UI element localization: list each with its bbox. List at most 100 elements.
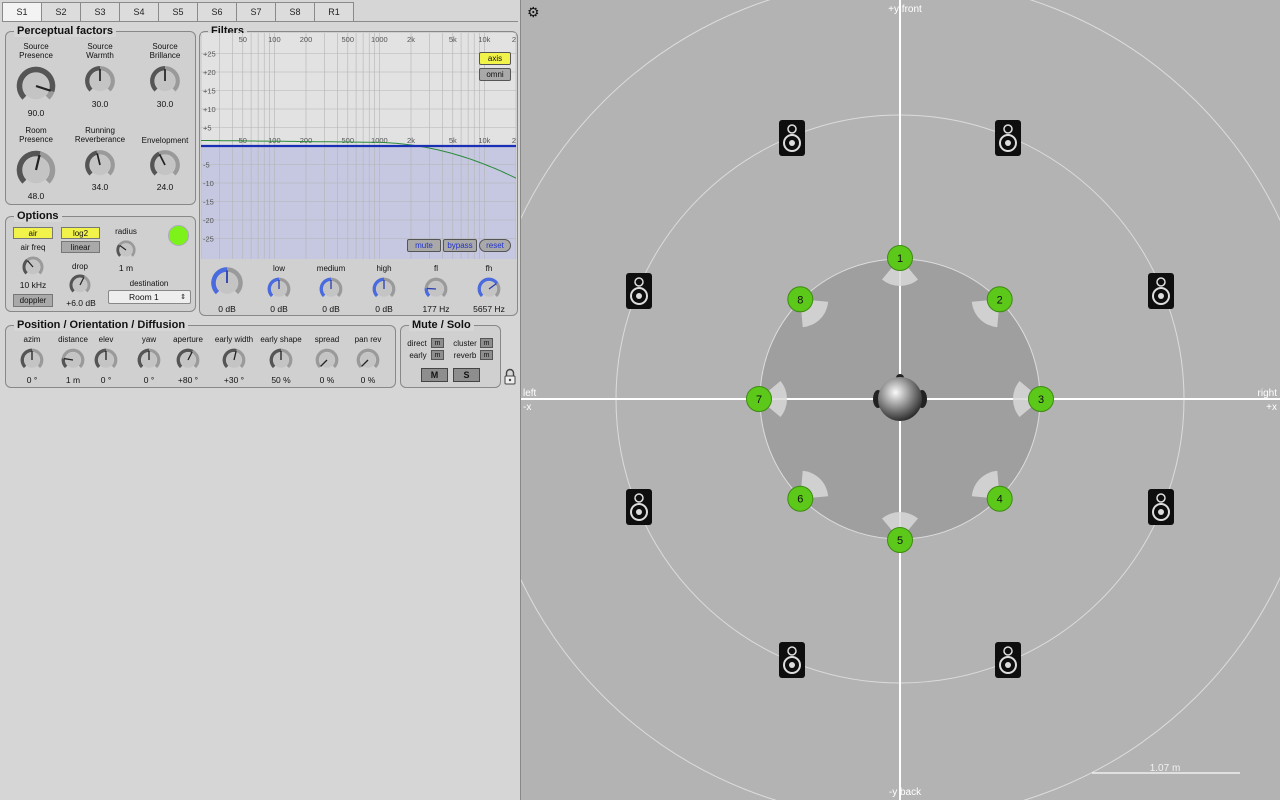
db-tick: +20 bbox=[203, 68, 216, 77]
envelopment-knob[interactable] bbox=[148, 148, 182, 182]
cluster-mute-button[interactable]: m bbox=[480, 338, 493, 348]
yaw-knob[interactable] bbox=[136, 347, 162, 373]
position-title: Position / Orientation / Diffusion bbox=[14, 319, 189, 331]
db-tick: -15 bbox=[203, 198, 214, 207]
early-width-knob[interactable] bbox=[221, 347, 247, 373]
high-value: 0 dB bbox=[375, 304, 393, 314]
medium-knob[interactable] bbox=[318, 276, 344, 302]
source-tabs: S1 S2 S3 S4 S5 S6 S7 S8 R1 bbox=[2, 2, 354, 22]
source-warmth-knob[interactable] bbox=[83, 64, 117, 98]
db-tick: +15 bbox=[203, 87, 216, 96]
radius-knob[interactable] bbox=[115, 239, 137, 261]
reset-button[interactable]: reset bbox=[479, 239, 511, 252]
fh-knob[interactable] bbox=[476, 276, 502, 302]
radius-value: 1 m bbox=[118, 263, 134, 273]
freq-tick-mid: 10k bbox=[478, 136, 490, 145]
back-label: -y back bbox=[889, 787, 922, 798]
linear-toggle[interactable]: linear bbox=[61, 241, 100, 253]
speaker-4-icon[interactable] bbox=[1148, 273, 1174, 309]
gain-knob[interactable] bbox=[209, 265, 245, 301]
omni-button[interactable]: omni bbox=[479, 68, 511, 81]
axis-button[interactable]: axis bbox=[479, 52, 511, 65]
tab-s7[interactable]: S7 bbox=[236, 2, 276, 22]
bypass-button[interactable]: bypass bbox=[443, 239, 477, 252]
direct-mute-button[interactable]: m bbox=[431, 338, 444, 348]
early-mute-button[interactable]: m bbox=[431, 350, 444, 360]
solo-button[interactable]: S bbox=[453, 368, 480, 382]
filter-response-graph[interactable]: 5010020050010002k5k10k205010020050010002… bbox=[201, 33, 516, 259]
speaker-3-icon[interactable] bbox=[626, 273, 652, 309]
gear-icon[interactable]: ⚙ bbox=[527, 5, 541, 19]
doppler-toggle[interactable]: doppler bbox=[13, 294, 53, 307]
air-freq-label: air freq bbox=[20, 243, 46, 252]
left-label: left bbox=[523, 388, 537, 399]
room-presence-knob[interactable] bbox=[14, 148, 58, 192]
aperture-knob[interactable] bbox=[175, 347, 201, 373]
source-brillance-label: Source Brillance bbox=[149, 42, 181, 60]
tab-s5[interactable]: S5 bbox=[158, 2, 198, 22]
medium-label: medium bbox=[316, 264, 346, 273]
mute-button[interactable]: mute bbox=[407, 239, 441, 252]
running-reverberance-knob[interactable] bbox=[83, 148, 117, 182]
db-tick: -5 bbox=[203, 161, 210, 170]
air-freq-knob[interactable] bbox=[21, 255, 45, 279]
source-label: 3 bbox=[1038, 394, 1044, 406]
low-knob[interactable] bbox=[266, 276, 292, 302]
speaker-7-icon[interactable] bbox=[779, 642, 805, 678]
early-width-label: early width bbox=[214, 335, 254, 344]
source-brillance-knob[interactable] bbox=[148, 64, 182, 98]
pan-rev-knob[interactable] bbox=[355, 347, 381, 373]
source-presence-value: 90.0 bbox=[27, 108, 45, 118]
high-knob[interactable] bbox=[371, 276, 397, 302]
spatial-scene-view[interactable]: +y front -y back left -x right +x 1.07 m… bbox=[520, 0, 1280, 800]
spread-knob[interactable] bbox=[314, 347, 340, 373]
distance-knob[interactable] bbox=[60, 347, 86, 373]
speaker-6-icon[interactable] bbox=[1148, 489, 1174, 525]
tab-s3[interactable]: S3 bbox=[80, 2, 120, 22]
tab-s4[interactable]: S4 bbox=[119, 2, 159, 22]
right-x-label: +x bbox=[1266, 402, 1277, 413]
elev-knob[interactable] bbox=[93, 347, 119, 373]
tab-divider bbox=[2, 21, 518, 22]
drop-value: +6.0 dB bbox=[66, 298, 96, 308]
lock-icon[interactable] bbox=[503, 368, 517, 386]
elev-label: elev bbox=[98, 335, 114, 344]
destination-select[interactable]: Room 1 ⇕ bbox=[108, 290, 191, 304]
speaker-5-icon[interactable] bbox=[626, 489, 652, 525]
tab-r1[interactable]: R1 bbox=[314, 2, 354, 22]
freq-tick-top: 200 bbox=[300, 35, 313, 44]
envelopment-value: 24.0 bbox=[156, 182, 174, 192]
freq-tick-mid: 2k bbox=[407, 136, 415, 145]
high-label: high bbox=[376, 264, 392, 273]
log2-toggle[interactable]: log2 bbox=[61, 227, 100, 239]
source-presence-knob[interactable] bbox=[14, 64, 58, 108]
mute-all-button[interactable]: M bbox=[421, 368, 448, 382]
reverb-label: reverb bbox=[453, 351, 477, 360]
speaker-2-icon[interactable] bbox=[995, 120, 1021, 156]
speaker-8-icon[interactable] bbox=[995, 642, 1021, 678]
freq-tick-mid: 20 bbox=[512, 136, 516, 145]
reverb-mute-button[interactable]: m bbox=[480, 350, 493, 360]
pan-rev-value: 0 % bbox=[360, 375, 376, 385]
fl-knob[interactable] bbox=[423, 276, 449, 302]
tab-s6[interactable]: S6 bbox=[197, 2, 237, 22]
source-label: 7 bbox=[756, 394, 762, 406]
freq-tick-top: 50 bbox=[239, 35, 247, 44]
air-toggle[interactable]: air bbox=[13, 227, 53, 239]
source-brillance-value: 30.0 bbox=[156, 99, 174, 109]
running-reverberance-value: 34.0 bbox=[91, 182, 109, 192]
low-value: 0 dB bbox=[270, 304, 288, 314]
yaw-label: yaw bbox=[141, 335, 157, 344]
early-shape-knob[interactable] bbox=[268, 347, 294, 373]
left-x-label: -x bbox=[523, 402, 531, 413]
db-tick: +10 bbox=[203, 105, 216, 114]
speaker-1-icon[interactable] bbox=[779, 120, 805, 156]
tab-s1[interactable]: S1 bbox=[2, 2, 42, 22]
azim-knob[interactable] bbox=[19, 347, 45, 373]
tab-s2[interactable]: S2 bbox=[41, 2, 81, 22]
freq-tick-top: 10k bbox=[478, 35, 490, 44]
tab-s8[interactable]: S8 bbox=[275, 2, 315, 22]
drop-knob[interactable] bbox=[68, 273, 92, 297]
source-label: 6 bbox=[797, 494, 803, 506]
aperture-value: +80 ° bbox=[177, 375, 199, 385]
